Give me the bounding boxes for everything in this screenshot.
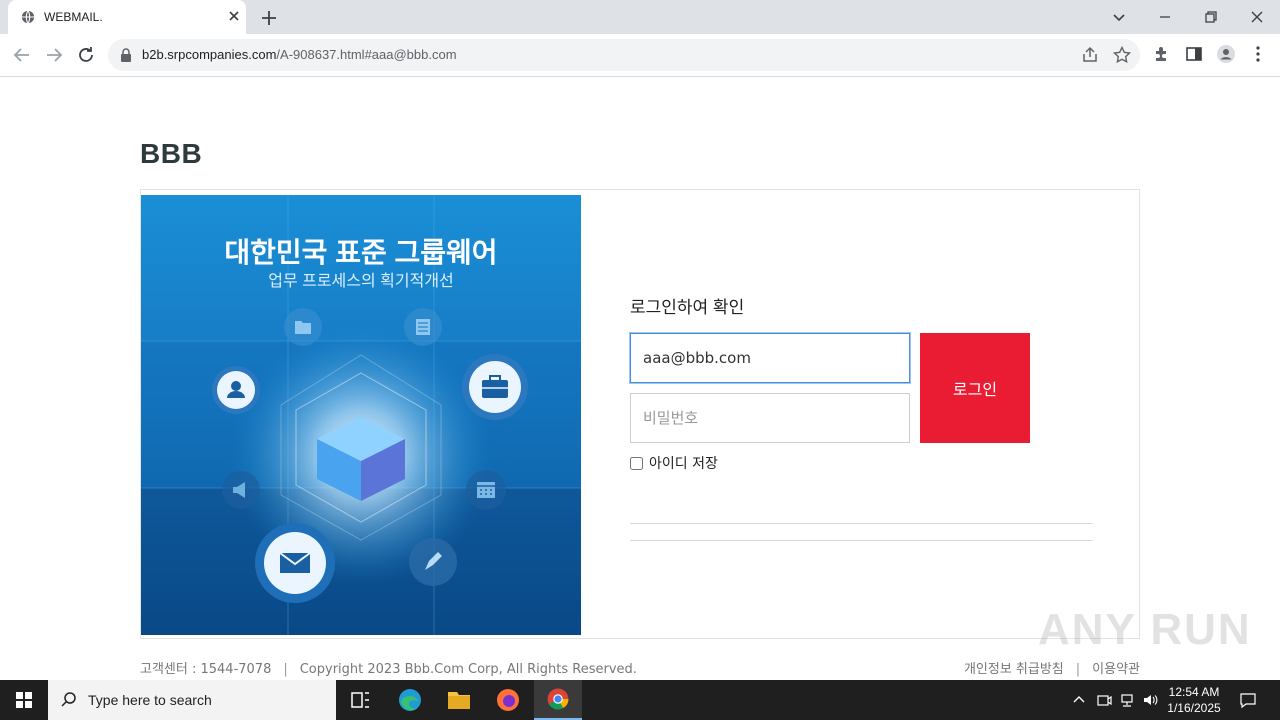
login-heading: 로그인하여 확인 [630,298,745,317]
footer-separator: | [1075,662,1081,677]
footer-right: 개인정보 취급방침 | 이용약관 [964,658,1140,677]
url-host: b2b.srpcompanies.com [142,47,277,62]
browser-toolbar: b2b.srpcompanies.com/A-908637.html#aaa@b… [0,34,1280,77]
windows-taskbar: Type here to search 12:54 AM 1/16/2025 [0,680,1280,720]
windows-start-icon[interactable] [0,680,48,720]
groupware-hero-banner: 대한민국 표준 그룹웨어 업무 프로세스의 획기적개선 [141,195,581,635]
mail-envelope-icon [255,523,335,603]
password-field[interactable] [630,393,910,443]
login-button[interactable]: 로그인 [920,333,1030,443]
bookmark-star-icon[interactable] [1112,45,1132,65]
taskbar-search-box[interactable]: Type here to search [48,680,336,720]
footer-separator: | [283,662,288,677]
system-clock[interactable]: 12:54 AM 1/16/2025 [1166,684,1222,716]
divider-line [630,540,1093,541]
forward-arrow-icon[interactable] [43,44,65,66]
calendar-icon [466,470,506,510]
webmail-login-page: BBB 대한민국 표준 그룹웨어 업무 프로세스의 획기적개선 로그인하여 확인… [0,78,1280,680]
hero-subheadline: 업무 프로세스의 획기적개선 [268,273,454,290]
remember-id-checkbox[interactable] [630,457,643,470]
tab-title: WEBMAIL. [44,10,103,24]
address-bar[interactable]: b2b.srpcompanies.com/A-908637.html#aaa@b… [108,39,1140,71]
search-icon [61,692,76,707]
extensions-puzzle-icon[interactable] [1152,44,1172,64]
anyrun-watermark: ANY RUN [1038,605,1252,654]
task-view-icon[interactable] [336,680,384,720]
brand-logo-text: BBB [140,138,203,169]
browser-tab[interactable]: WEBMAIL. [8,0,246,34]
support-center-text: 고객센터 : 1544-7078 [140,662,272,677]
edge-browser-icon[interactable] [386,680,434,720]
back-arrow-icon[interactable] [11,44,33,66]
network-icon[interactable] [1119,692,1135,708]
megaphone-icon [222,471,260,509]
search-placeholder: Type here to search [88,692,212,708]
new-tab-icon[interactable] [259,8,279,28]
reload-icon[interactable] [75,44,97,66]
pen-icon [409,538,457,586]
notification-icon[interactable] [1239,691,1257,709]
chrome-icon[interactable] [534,680,582,720]
clock-time: 12:54 AM [1168,685,1220,699]
privacy-policy-link[interactable]: 개인정보 취급방침 [964,662,1064,677]
briefcase-icon [462,354,528,420]
hero-headline: 대한민국 표준 그룹웨어 [224,237,498,268]
document-icon [404,308,442,346]
remember-id-label: 아이디 저장 [649,456,718,472]
lock-icon[interactable] [120,48,132,62]
profile-avatar-icon[interactable] [1216,44,1236,64]
close-window-icon[interactable] [1246,6,1268,28]
user-icon [212,366,260,414]
side-panel-icon[interactable] [1184,44,1204,64]
chevron-up-icon[interactable] [1071,692,1087,708]
close-tab-icon[interactable] [226,8,242,24]
volume-icon[interactable] [1142,692,1158,708]
file-explorer-icon[interactable] [435,680,483,720]
firefox-icon[interactable] [484,680,532,720]
divider-line [630,523,1093,524]
restore-icon[interactable] [1200,6,1222,28]
url-text[interactable]: b2b.srpcompanies.com/A-908637.html#aaa@b… [142,47,457,62]
tab-strip: WEBMAIL. [0,0,1280,34]
minimize-icon[interactable] [1154,6,1176,28]
url-path: /A-908637.html#aaa@bbb.com [276,47,457,62]
meet-now-icon[interactable] [1096,692,1112,708]
email-field[interactable] [630,333,910,383]
copyright-text: Copyright 2023 Bbb.Com Corp, All Rights … [299,662,637,677]
terms-link[interactable]: 이용약관 [1092,662,1140,677]
clock-date: 1/16/2025 [1167,701,1221,715]
globe-icon [21,10,35,24]
share-icon[interactable] [1080,45,1100,65]
folder-icon [284,308,322,346]
menu-kebab-icon[interactable] [1248,44,1268,64]
footer-left: 고객센터 : 1544-7078 | Copyright 2023 Bbb.Com … [140,658,637,677]
remember-id-option[interactable]: 아이디 저장 [630,453,718,473]
tab-search-chevron-icon[interactable] [1108,6,1130,28]
